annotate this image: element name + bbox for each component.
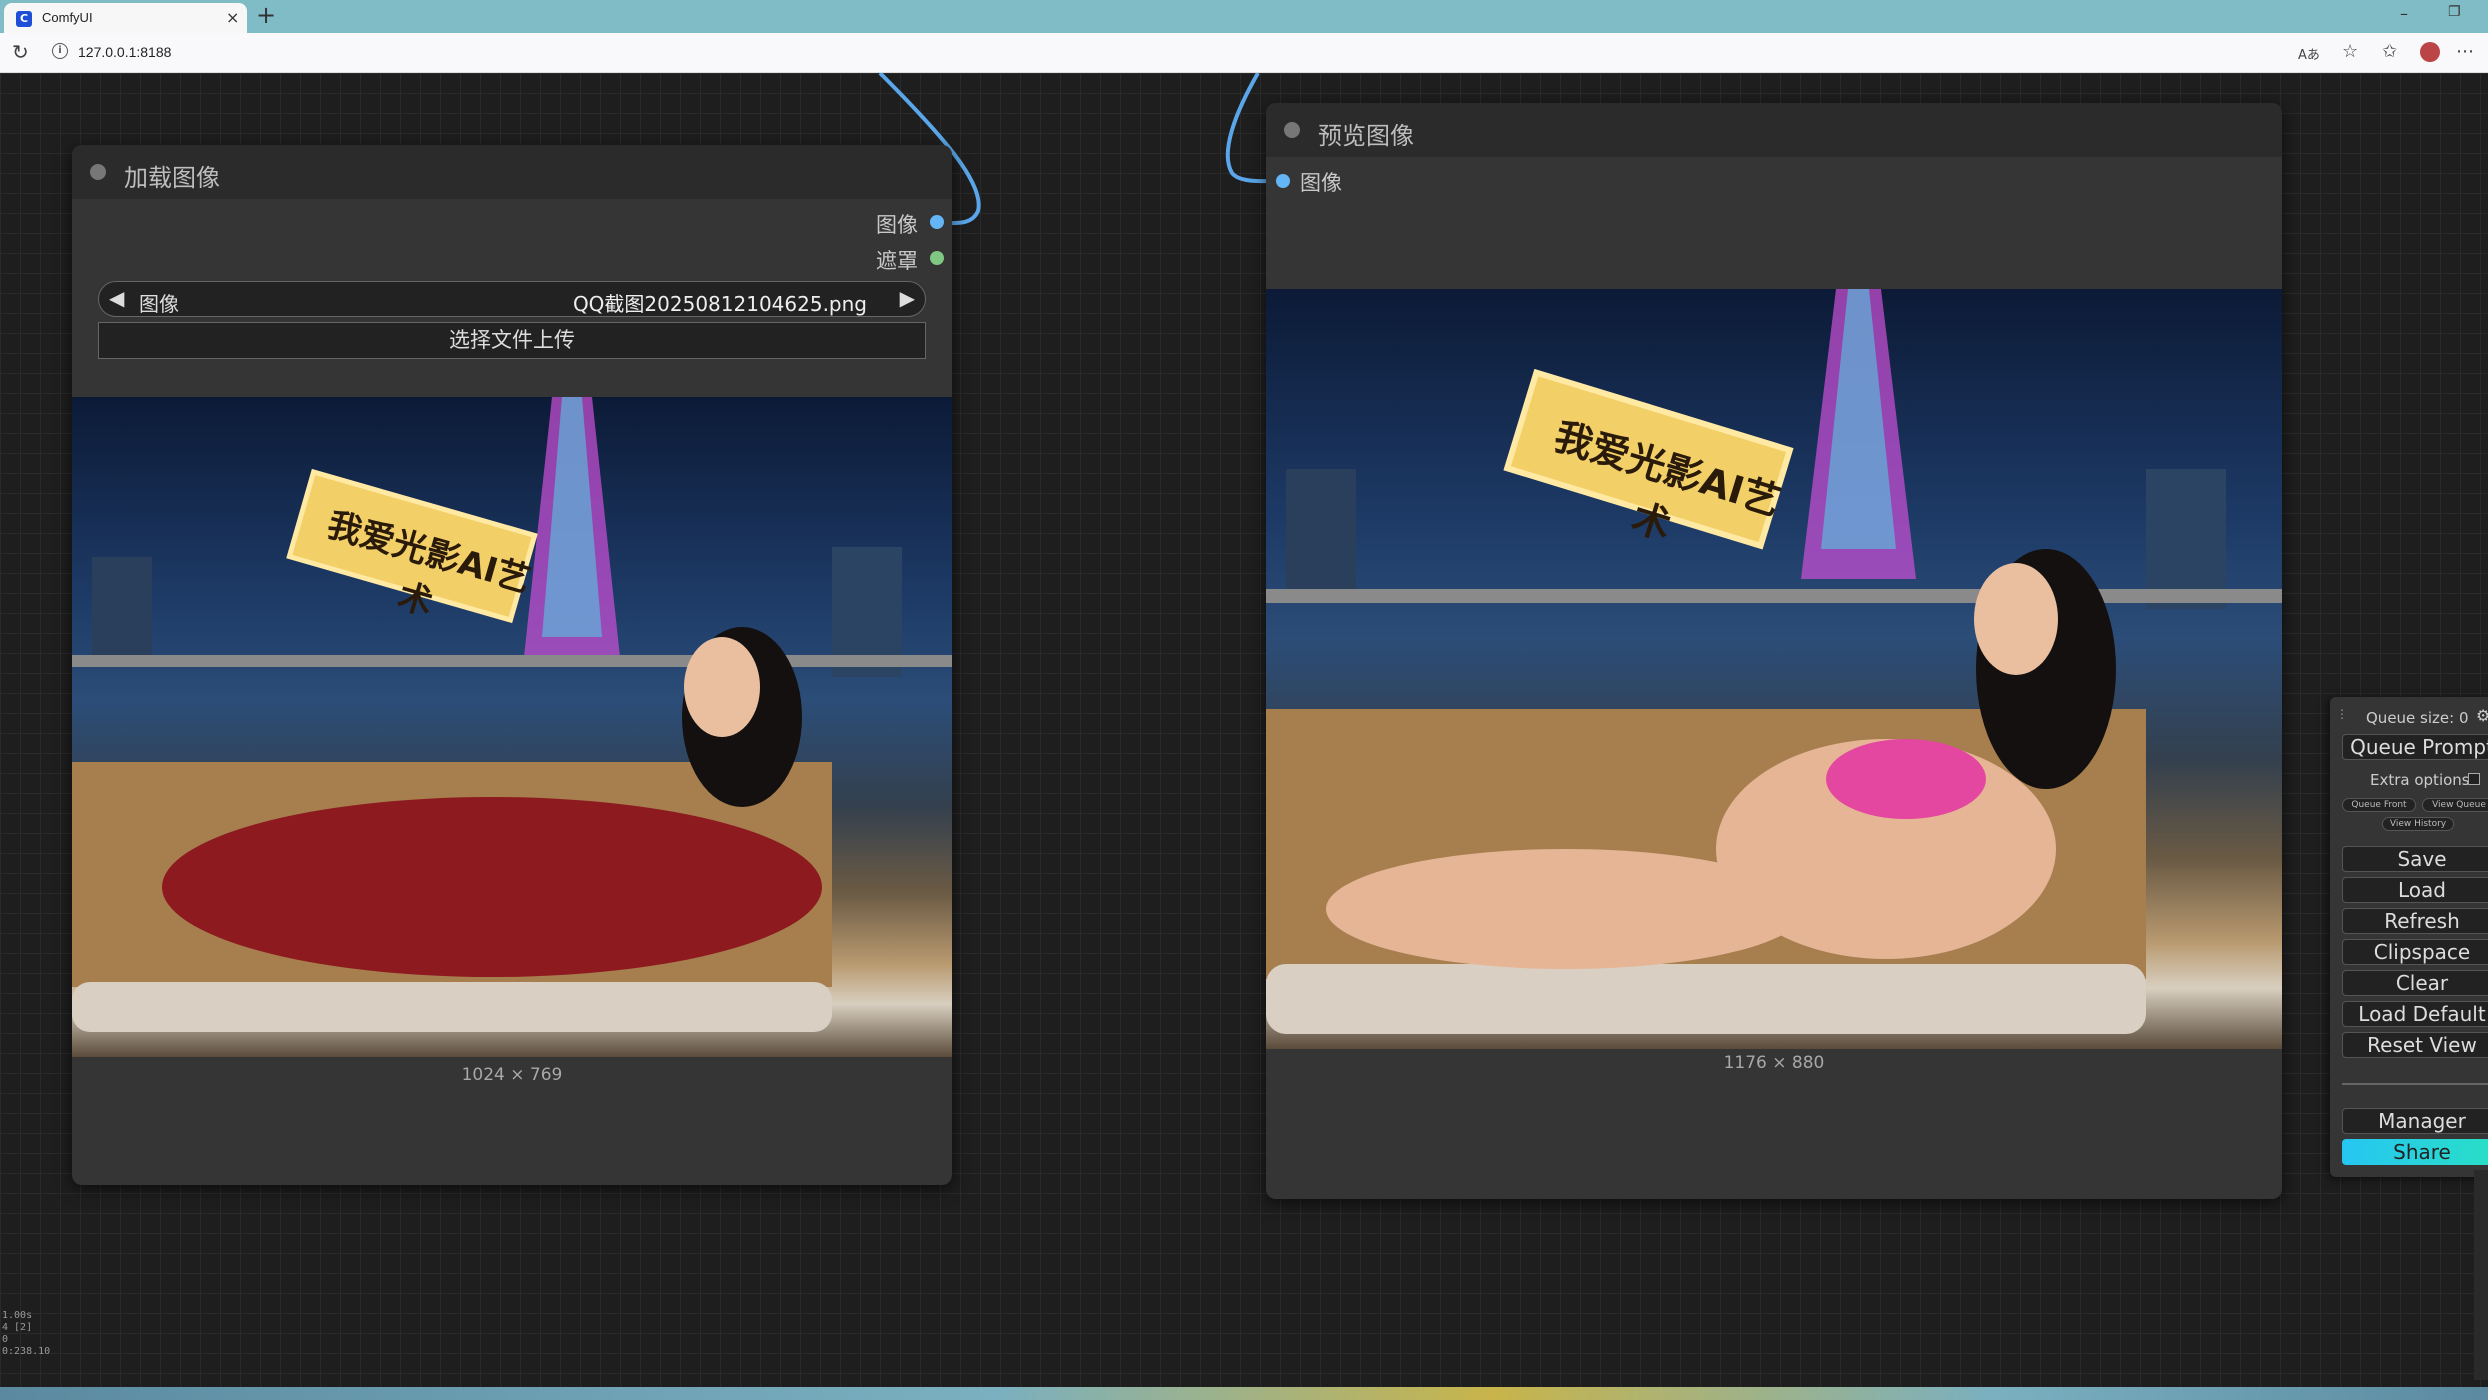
stats-line: 4 [2] — [2, 1322, 33, 1333]
stats-line: 0:238.10 — [2, 1346, 51, 1357]
collapse-dot[interactable] — [90, 164, 106, 180]
load-image-node[interactable]: 加载图像 图像 遮罩 ◀ 图像 QQ截图20250812104625.png ▶… — [72, 145, 952, 1185]
photo-cushion — [72, 982, 832, 1032]
node-title: 加载图像 — [124, 164, 220, 192]
node-title: 预览图像 — [1318, 122, 1414, 150]
node-header[interactable]: 加载图像 — [72, 145, 952, 199]
profile-avatar[interactable] — [2420, 42, 2440, 62]
output-label-image: 图像 — [876, 213, 918, 237]
image-dimensions: 1024 × 769 — [461, 1065, 563, 1085]
queue-menu: ⋮ Queue size: 0 ⚙ Queue Prompt Extra opt… — [2330, 697, 2488, 1177]
save-button[interactable]: Save — [2342, 846, 2488, 872]
upload-file-button[interactable]: 选择文件上传 — [98, 322, 926, 359]
share-button[interactable]: Share — [2342, 1139, 2488, 1165]
photo-railing — [1266, 589, 2282, 603]
photo-swimsuit — [1826, 739, 1986, 819]
menu-divider — [2342, 1083, 2488, 1085]
output-label-mask: 遮罩 — [876, 249, 918, 273]
preview-image-node[interactable]: 预览图像 图像 我爱光影AI艺术 1176 × 880 — [1266, 103, 2282, 1199]
photo-railing — [72, 655, 952, 667]
load-default-button[interactable]: Load Default — [2342, 1001, 2488, 1027]
reset-view-button[interactable]: Reset View — [2342, 1032, 2488, 1058]
image-dimensions: 1176 × 880 — [1723, 1053, 1825, 1073]
drag-handle-icon[interactable]: ⋮ — [2336, 707, 2348, 721]
minimize-icon[interactable]: – — [2400, 4, 2408, 23]
view-queue-button[interactable]: View Queue — [2422, 798, 2488, 812]
photo-illustration — [72, 397, 952, 1032]
taskbar-strip — [0, 1387, 2488, 1400]
collapse-dot[interactable] — [1284, 122, 1300, 138]
input-slot-image[interactable] — [1276, 174, 1290, 188]
photo-cushion — [1266, 964, 2146, 1034]
render-stats: 1.00s 4 [2] 0 0:238.10 — [2, 1310, 50, 1358]
more-menu-icon[interactable]: ⋯ — [2456, 41, 2474, 62]
combo-prev-arrow[interactable]: ◀ — [109, 286, 124, 310]
combo-value: QQ截图20250812104625.png — [572, 292, 867, 316]
extra-options-label: Extra options — [2370, 771, 2470, 789]
load-image-preview: 我爱光影AI艺术 — [72, 397, 952, 1057]
refresh-button[interactable]: Refresh — [2342, 908, 2488, 934]
photo-face — [684, 637, 760, 737]
reload-icon[interactable]: ↻ — [12, 40, 29, 64]
address-bar: ↻ i 127.0.0.1:8188 Aあ ☆ ✩ ⋯ — [0, 33, 2488, 73]
output-slot-mask[interactable] — [930, 251, 944, 265]
new-tab-icon[interactable]: + — [256, 1, 276, 29]
photo-face — [1974, 563, 2058, 675]
graph-canvas[interactable]: 加载图像 图像 遮罩 ◀ 图像 QQ截图20250812104625.png ▶… — [0, 73, 2488, 1387]
close-tab-icon[interactable]: × — [226, 8, 239, 27]
browser-tab-bar: C ComfyUI × + – ❐ — [0, 0, 2488, 33]
clipspace-button[interactable]: Clipspace — [2342, 939, 2488, 965]
output-slot-image[interactable] — [930, 215, 944, 229]
queue-prompt-button[interactable]: Queue Prompt — [2342, 734, 2488, 760]
site-info-icon[interactable]: i — [52, 43, 68, 59]
favorites-list-icon[interactable]: ✩ — [2382, 41, 2397, 62]
comfyui-favicon-icon: C — [16, 11, 32, 27]
restore-icon[interactable]: ❐ — [2448, 4, 2461, 20]
view-history-button[interactable]: View History — [2382, 817, 2454, 831]
queue-size: Queue size: 0 — [2366, 709, 2469, 727]
preview-image: 我爱光影AI艺术 — [1266, 289, 2282, 1049]
queue-front-button[interactable]: Queue Front — [2342, 798, 2416, 812]
stats-line: 1.00s — [2, 1310, 33, 1321]
favorite-icon[interactable]: ☆ — [2342, 41, 2358, 62]
clear-button[interactable]: Clear — [2342, 970, 2488, 996]
stats-line: 0 — [2, 1334, 9, 1345]
input-label-image: 图像 — [1300, 171, 1342, 195]
settings-gear-icon[interactable]: ⚙ — [2476, 706, 2488, 725]
node-header[interactable]: 预览图像 — [1266, 103, 2282, 157]
url-field[interactable]: 127.0.0.1:8188 — [78, 44, 171, 60]
extra-options-checkbox[interactable] — [2468, 773, 2480, 785]
tab-title: ComfyUI — [42, 10, 93, 25]
load-button[interactable]: Load — [2342, 877, 2488, 903]
translate-icon[interactable]: Aあ — [2298, 44, 2320, 63]
photo-dress — [162, 797, 822, 977]
photo-illustration — [1266, 289, 2282, 1034]
photo-building — [2146, 469, 2226, 609]
manager-button[interactable]: Manager — [2342, 1108, 2488, 1134]
image-combo-widget[interactable]: ◀ 图像 QQ截图20250812104625.png ▶ — [98, 281, 926, 317]
combo-next-arrow[interactable]: ▶ — [900, 286, 915, 310]
combo-label: 图像 — [139, 292, 179, 316]
browser-tab[interactable]: C ComfyUI × — [4, 3, 247, 33]
canvas-toolbar-strip — [2474, 1170, 2488, 1380]
